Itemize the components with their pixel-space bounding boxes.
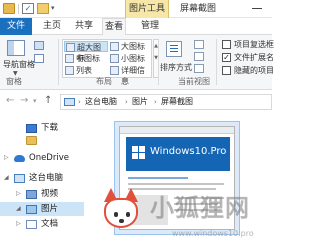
fox-watermark-logo xyxy=(98,186,142,234)
preview-banner-text: Windows10.Pro xyxy=(150,146,227,157)
recent-locations-icon[interactable]: ▾ xyxy=(33,95,37,107)
chevron-down-icon[interactable]: ◢ xyxy=(4,171,9,185)
watermark-text: 小狐狸网 xyxy=(150,194,250,222)
details-pane-icon xyxy=(34,54,44,63)
tree-item-this-pc[interactable]: ◢ 这台电脑 xyxy=(0,171,84,185)
chevron-down-icon[interactable]: ◢ xyxy=(16,202,21,216)
layout-details[interactable]: 详细信息 xyxy=(109,65,151,86)
chevron-right-icon[interactable]: ▷ xyxy=(16,187,21,201)
layout-gallery: 超大图标 大图标 中图标 小图标 列表 详细信息 xyxy=(62,39,152,86)
ribbon-tabs: 文件 主页 共享 查看 管理 xyxy=(0,18,272,36)
chevron-right-icon[interactable]: › xyxy=(125,95,128,109)
tree-item-videos[interactable]: ▷ 视频 xyxy=(0,187,84,201)
window-title: 屏幕截图 xyxy=(180,4,217,14)
preview-banner: Windows10.Pro xyxy=(126,137,230,171)
group-label-layout: 布局 xyxy=(96,77,112,86)
ribbon-divider xyxy=(216,39,217,85)
computer-icon xyxy=(14,174,25,183)
layout-small-icons[interactable]: 小图标 xyxy=(109,53,151,64)
onedrive-cloud-icon xyxy=(14,155,25,162)
list-icon xyxy=(65,66,74,75)
tree-item-documents[interactable]: ▷ 文档 xyxy=(0,217,84,231)
preview-pane-icon xyxy=(34,41,44,50)
checkbox[interactable] xyxy=(222,66,231,75)
tab-file[interactable]: 文件 xyxy=(0,18,32,35)
checkbox[interactable]: ✓ xyxy=(222,53,231,62)
windows-logo-icon xyxy=(132,146,146,160)
item-checkboxes-toggle[interactable]: 项目复选框 xyxy=(222,39,274,50)
hidden-items-toggle[interactable]: 隐藏的项目 xyxy=(222,65,274,76)
up-icon[interactable]: ↑ xyxy=(44,95,52,107)
quick-access-divider xyxy=(18,4,19,14)
documents-icon xyxy=(26,220,37,229)
add-columns-icon[interactable] xyxy=(194,52,204,61)
details-icon xyxy=(110,66,119,75)
new-folder-icon[interactable] xyxy=(37,3,49,14)
breadcrumb-screenshots[interactable]: 屏幕截图 xyxy=(161,95,193,109)
tree-item-pictures[interactable]: ◢ 图片 xyxy=(0,202,84,216)
navigation-pane-button[interactable]: 导航窗格 xyxy=(3,59,35,70)
group-label-panes: 窗格 xyxy=(6,77,22,86)
group-label-current-view: 当前视图 xyxy=(178,77,210,86)
address-bar[interactable]: › 这台电脑 › 图片 › 屏幕截图 xyxy=(60,94,272,110)
preview-toolbar xyxy=(120,127,234,134)
extra-large-icons-icon xyxy=(66,43,75,52)
preview-text-line xyxy=(128,183,224,185)
layout-extra-large-icons[interactable]: 超大图标 xyxy=(64,41,108,63)
back-icon[interactable]: ← xyxy=(6,95,14,107)
details-pane-button[interactable] xyxy=(34,53,60,64)
address-row: ← → ▾ ↑ › 这台电脑 › 图片 › 屏幕截图 xyxy=(0,91,272,113)
breadcrumb-pictures[interactable]: 图片 xyxy=(132,95,148,109)
preview-pane-button[interactable] xyxy=(34,40,60,51)
ribbon-divider xyxy=(58,39,59,85)
layout-medium-icons[interactable]: 中图标 xyxy=(64,53,108,64)
checkbox[interactable] xyxy=(222,40,231,49)
videos-icon xyxy=(26,190,37,199)
chevron-right-icon[interactable]: ▷ xyxy=(4,151,9,165)
ribbon: 导航窗格 ▼ 窗格 超大图标 大图标 中图标 小图标 列表 详细信息 ▲ ▼ 布… xyxy=(0,35,274,90)
tab-home[interactable]: 主页 xyxy=(40,18,64,35)
customize-quick-access-icon[interactable]: ▾ xyxy=(51,3,59,14)
sort-by-icon[interactable] xyxy=(166,41,182,57)
preview-text-line xyxy=(128,177,188,179)
computer-icon xyxy=(64,98,75,106)
title-bar: ✓ ▾ 图片工具 屏幕截图 xyxy=(0,0,272,18)
large-icons-icon xyxy=(110,42,119,51)
folder-icon[interactable] xyxy=(3,3,15,14)
watermark-url: www.windows10.pro xyxy=(172,229,254,238)
chevron-right-icon[interactable]: › xyxy=(154,95,157,109)
layout-list[interactable]: 列表 xyxy=(64,65,108,76)
medium-icons-icon xyxy=(65,54,74,63)
tree-item-desktop[interactable] xyxy=(0,133,84,147)
small-icons-icon xyxy=(110,54,119,63)
ribbon-divider xyxy=(158,39,159,85)
properties-icon[interactable]: ✓ xyxy=(22,3,34,14)
chevron-right-icon[interactable]: › xyxy=(78,95,81,109)
size-columns-icon[interactable] xyxy=(194,64,204,73)
tab-manage[interactable]: 管理 xyxy=(138,18,162,35)
chevron-right-icon[interactable]: ▷ xyxy=(16,217,21,231)
picture-tools-context-tab: 图片工具 xyxy=(125,0,169,18)
tab-share[interactable]: 共享 xyxy=(72,18,96,35)
pictures-icon xyxy=(26,205,37,214)
file-extensions-toggle[interactable]: ✓ 文件扩展名 xyxy=(222,52,274,63)
breadcrumb-this-pc[interactable]: 这台电脑 xyxy=(85,95,117,109)
tab-view[interactable]: 查看 xyxy=(102,18,126,36)
sort-by-button[interactable]: 排序方式 xyxy=(160,62,192,73)
minimize-icon[interactable] xyxy=(252,8,262,9)
tree-item-onedrive[interactable]: ▷ OneDrive xyxy=(0,151,84,165)
layout-large-icons[interactable]: 大图标 xyxy=(109,41,151,52)
folder-icon xyxy=(26,136,37,145)
navigation-pane: 下载 ▷ OneDrive ◢ 这台电脑 ▷ 视频 ◢ 图片 ▷ 文档 xyxy=(0,113,84,240)
navigation-pane-icon[interactable] xyxy=(7,40,25,56)
forward-icon[interactable]: → xyxy=(20,95,28,107)
downloads-icon xyxy=(26,124,37,133)
group-by-icon[interactable] xyxy=(194,40,204,49)
